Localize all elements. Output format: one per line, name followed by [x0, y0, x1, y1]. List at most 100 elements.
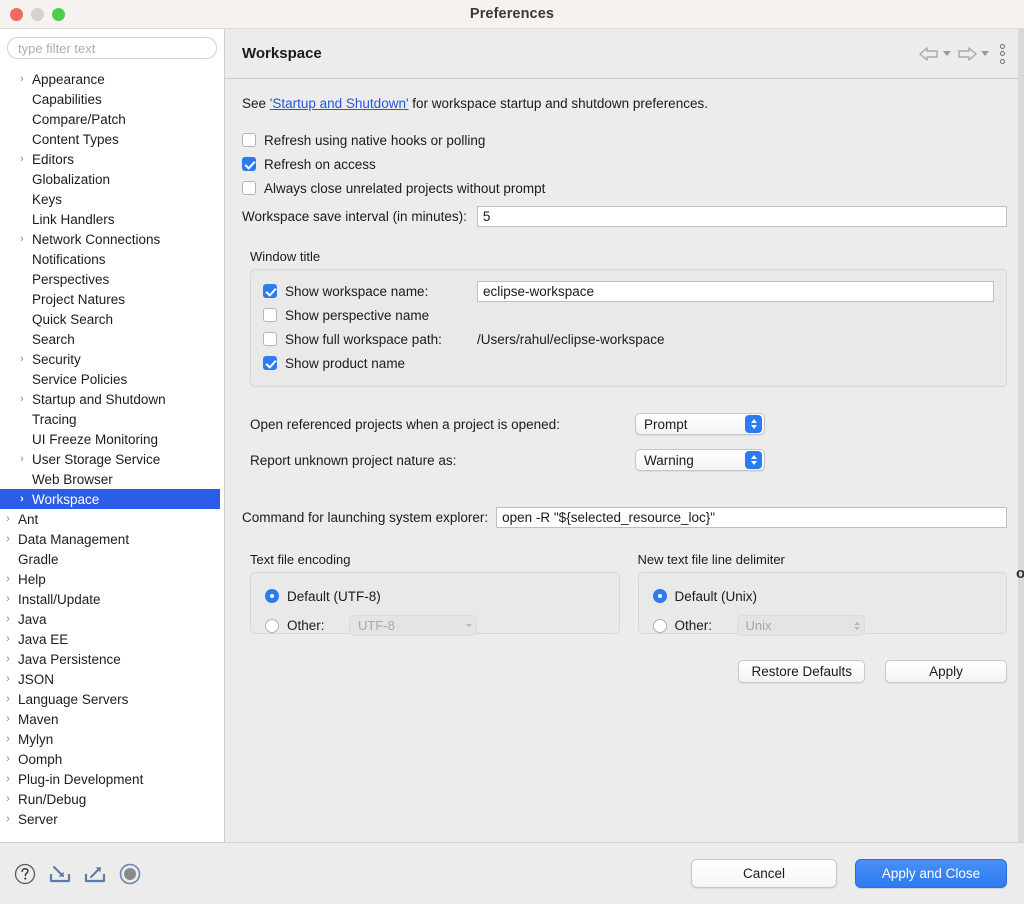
back-button[interactable]	[917, 44, 952, 64]
apply-button[interactable]: Apply	[885, 660, 1007, 683]
show-product-name-checkbox[interactable]	[263, 356, 277, 370]
refresh-on-access-checkbox[interactable]	[242, 157, 256, 171]
sidebar-item-startup-and-shutdown[interactable]: › Startup and Shutdown	[0, 389, 224, 409]
help-button[interactable]	[12, 861, 38, 887]
zoom-window-icon[interactable]	[52, 7, 65, 21]
chevron-right-icon[interactable]: ›	[0, 729, 16, 749]
sidebar-item-link-handlers[interactable]: ›Link Handlers	[0, 209, 224, 229]
sidebar-item-capabilities[interactable]: ›Capabilities	[0, 89, 224, 109]
sidebar-item-editors[interactable]: › Editors	[0, 149, 224, 169]
sidebar-item-ui-freeze-monitoring[interactable]: ›UI Freeze Monitoring	[0, 429, 224, 449]
save-interval-input[interactable]	[476, 206, 1007, 227]
close-unrelated-projects-checkbox[interactable]	[242, 181, 256, 195]
sidebar-item-content-types[interactable]: ›Content Types	[0, 129, 224, 149]
sidebar-item-mylyn[interactable]: › Mylyn	[0, 729, 224, 749]
stepper-icon[interactable]	[745, 451, 762, 469]
sidebar-item-project-natures[interactable]: ›Project Natures	[0, 289, 224, 309]
chevron-right-icon[interactable]: ›	[0, 589, 16, 609]
startup-shutdown-link[interactable]: 'Startup and Shutdown'	[270, 96, 409, 111]
show-workspace-name-row[interactable]: Show workspace name:	[263, 279, 994, 303]
sidebar-item-user-storage-service[interactable]: › User Storage Service	[0, 449, 224, 469]
forward-button[interactable]	[955, 44, 990, 64]
delimiter-default-radio[interactable]	[652, 589, 667, 603]
sidebar-item-workspace[interactable]: › Workspace	[0, 489, 220, 509]
sidebar-item-tracing[interactable]: ›Tracing	[0, 409, 224, 429]
cancel-button[interactable]: Cancel	[691, 859, 837, 888]
workspace-name-input[interactable]	[477, 280, 994, 302]
sidebar-item-gradle[interactable]: ›Gradle	[0, 549, 224, 569]
export-button[interactable]	[82, 861, 108, 887]
chevron-right-icon[interactable]: ›	[0, 569, 16, 589]
chevron-right-icon[interactable]: ›	[0, 809, 16, 829]
sidebar-item-language-servers[interactable]: › Language Servers	[0, 689, 224, 709]
sidebar-item-keys[interactable]: ›Keys	[0, 189, 224, 209]
sidebar-item-compare-patch[interactable]: ›Compare/Patch	[0, 109, 224, 129]
forward-dropdown-icon[interactable]	[981, 51, 989, 56]
sidebar-item-maven[interactable]: › Maven	[0, 709, 224, 729]
sidebar-item-plug-in-development[interactable]: › Plug-in Development	[0, 769, 224, 789]
sidebar-item-run-debug[interactable]: › Run/Debug	[0, 789, 224, 809]
sidebar-item-service-policies[interactable]: ›Service Policies	[0, 369, 224, 389]
show-perspective-name-checkbox[interactable]	[263, 308, 277, 322]
show-workspace-name-checkbox[interactable]	[263, 284, 277, 298]
sidebar-item-java[interactable]: › Java	[0, 609, 224, 629]
sidebar-item-data-management[interactable]: › Data Management	[0, 529, 224, 549]
sidebar-item-globalization[interactable]: ›Globalization	[0, 169, 224, 189]
sidebar-item-search[interactable]: ›Search	[0, 329, 224, 349]
minimize-window-icon[interactable]	[31, 7, 44, 21]
sidebar-item-quick-search[interactable]: ›Quick Search	[0, 309, 224, 329]
back-dropdown-icon[interactable]	[943, 51, 951, 56]
delimiter-other-select[interactable]: Unix	[736, 615, 865, 636]
refresh-native-hooks-checkbox[interactable]	[242, 133, 256, 147]
chevron-right-icon[interactable]: ›	[0, 789, 16, 809]
stepper-icon[interactable]	[745, 415, 762, 433]
refresh-native-hooks-row[interactable]: Refresh using native hooks or polling	[242, 129, 1007, 151]
show-product-name-row[interactable]: Show product name	[263, 351, 994, 375]
sidebar-item-security[interactable]: › Security	[0, 349, 224, 369]
chevron-right-icon[interactable]: ›	[14, 149, 30, 169]
sidebar-item-install-update[interactable]: › Install/Update	[0, 589, 224, 609]
chevron-right-icon[interactable]: ›	[0, 689, 16, 709]
chevron-right-icon[interactable]: ›	[0, 669, 16, 689]
chevron-right-icon[interactable]: ›	[14, 389, 30, 409]
encoding-other-select[interactable]: UTF-8	[349, 615, 477, 636]
unknown-project-nature-select[interactable]: Warning	[635, 449, 765, 471]
encoding-default-radio[interactable]	[265, 589, 279, 603]
record-button[interactable]	[117, 861, 143, 887]
sidebar-item-json[interactable]: › JSON	[0, 669, 224, 689]
chevron-right-icon[interactable]: ›	[14, 489, 30, 509]
sidebar-item-java-ee[interactable]: › Java EE	[0, 629, 224, 649]
sidebar-item-help[interactable]: › Help	[0, 569, 224, 589]
apply-and-close-button[interactable]: Apply and Close	[855, 859, 1007, 888]
show-perspective-name-row[interactable]: Show perspective name	[263, 303, 994, 327]
chevron-right-icon[interactable]: ›	[0, 529, 16, 549]
chevron-right-icon[interactable]: ›	[14, 349, 30, 369]
delimiter-other-radio[interactable]	[652, 618, 667, 633]
refresh-on-access-row[interactable]: Refresh on access	[242, 153, 1007, 175]
delimiter-default-row[interactable]: Default (Unix)	[652, 585, 993, 607]
chevron-right-icon[interactable]: ›	[0, 649, 16, 669]
chevron-right-icon[interactable]: ›	[0, 749, 16, 769]
restore-defaults-button[interactable]: Restore Defaults	[738, 660, 865, 683]
sidebar-item-server[interactable]: › Server	[0, 809, 224, 829]
import-button[interactable]	[47, 861, 73, 887]
sidebar-item-appearance[interactable]: › Appearance	[0, 69, 224, 89]
chevron-right-icon[interactable]: ›	[0, 609, 16, 629]
sidebar-item-ant[interactable]: › Ant	[0, 509, 224, 529]
preferences-tree[interactable]: ›Appearance›Capabilities›Compare/Patch›C…	[0, 65, 224, 842]
close-window-icon[interactable]	[10, 7, 23, 21]
filter-input[interactable]	[7, 37, 217, 59]
page-menu-button[interactable]	[993, 42, 1012, 66]
sidebar-item-network-connections[interactable]: › Network Connections	[0, 229, 224, 249]
chevron-right-icon[interactable]: ›	[0, 509, 16, 529]
system-explorer-command-input[interactable]	[496, 507, 1007, 528]
sidebar-item-notifications[interactable]: ›Notifications	[0, 249, 224, 269]
sidebar-item-web-browser[interactable]: ›Web Browser	[0, 469, 224, 489]
chevron-right-icon[interactable]: ›	[14, 69, 30, 89]
sidebar-item-perspectives[interactable]: ›Perspectives	[0, 269, 224, 289]
show-full-workspace-path-row[interactable]: Show full workspace path: /Users/rahul/e…	[263, 327, 994, 351]
chevron-right-icon[interactable]: ›	[0, 709, 16, 729]
encoding-default-row[interactable]: Default (UTF-8)	[265, 585, 605, 607]
sidebar-item-oomph[interactable]: › Oomph	[0, 749, 224, 769]
open-referenced-projects-select[interactable]: Prompt	[635, 413, 765, 435]
